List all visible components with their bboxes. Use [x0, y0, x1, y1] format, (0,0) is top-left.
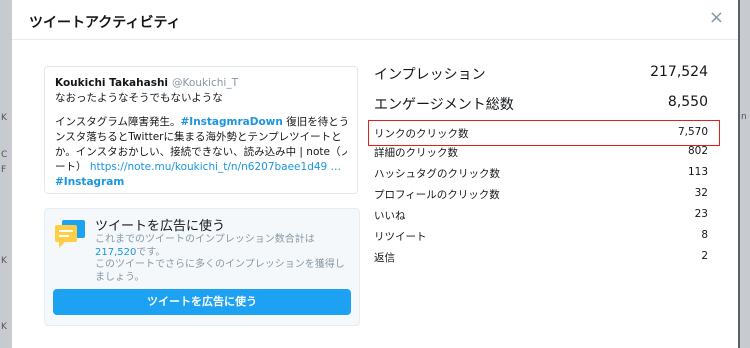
hashtag-link[interactable]: #InstagmraDown — [180, 116, 282, 128]
speech-bubble-icon — [55, 220, 85, 248]
metric-label: エンゲージメント総数 — [374, 97, 514, 113]
promo-title: ツイートを広告に使う — [95, 219, 226, 234]
tweet-author-name[interactable]: Koukichi Takahashi — [55, 77, 168, 89]
promo-desc-text: このツイートでさらに多くのインプレッションを獲得しましょう。 — [95, 259, 345, 283]
metric-label: 返信 — [374, 252, 395, 264]
promo-description: これまでのツイートのインプレッション数合計は 217,520です。 このツイート… — [95, 234, 349, 284]
metric-value: 8 — [701, 229, 708, 241]
tweet-text-line: #Instagram — [55, 175, 347, 190]
metric-value: 7,570 — [677, 126, 708, 138]
metric-row-hashtag-clicks: ハッシュタグのクリック数 113 — [374, 163, 712, 183]
metric-row-retweets: リツイート 8 — [374, 226, 712, 246]
metric-value: 217,524 — [650, 64, 708, 80]
metric-label: いいね — [374, 210, 406, 222]
tweet-author-line: Koukichi Takahashi @Koukichi_T — [55, 76, 347, 91]
backdrop-fragment: n — [741, 112, 747, 122]
promo-desc-text: これまでのツイートのインプレッション数合計は — [95, 234, 315, 245]
tweet-text-line: ート） https://note.mu/koukichi_t/n/n6207ba… — [55, 160, 347, 175]
metric-row-replies: 返信 2 — [374, 247, 712, 267]
metric-row-link-clicks: リンクのクリック数 7,570 — [374, 123, 712, 143]
modal-header: ツイートアクティビティ × — [12, 0, 738, 40]
metric-row-profile-clicks: プロフィールのクリック数 32 — [374, 184, 712, 204]
metric-value: 802 — [687, 145, 708, 157]
metric-row-detail-clicks: 詳細のクリック数 802 — [374, 142, 712, 162]
modal-title: ツイートアクティビティ — [29, 15, 181, 31]
metric-row-likes: いいね 23 — [374, 205, 712, 225]
metric-label: 詳細のクリック数 — [374, 147, 458, 159]
metric-value: 32 — [694, 187, 708, 199]
promote-tweet-button[interactable]: ツイートを広告に使う — [53, 289, 351, 315]
hashtag-link[interactable]: #Instagram — [55, 176, 124, 188]
metric-label: リツイート — [374, 231, 427, 243]
metric-engagements: エンゲージメント総数 8,550 — [374, 90, 712, 114]
tweet-card[interactable]: Koukichi Takahashi @Koukichi_T なおったようなそうで… — [44, 66, 358, 194]
metric-label: リンクのクリック数 — [374, 128, 469, 140]
tweet-text-line: インスタグラム障害発生。#InstagmraDown 復旧を待とう。イ — [55, 115, 347, 130]
close-icon[interactable]: × — [709, 9, 724, 27]
backdrop-fragment: K — [1, 113, 7, 123]
backdrop-fragment: K — [1, 322, 7, 332]
tweet-activity-modal: ツイートアクティビティ × Koukichi Takahashi @Koukich… — [12, 0, 738, 348]
backdrop-left: K C F K K — [0, 0, 12, 348]
backdrop-fragment: K — [1, 256, 7, 266]
tweet-text-line: なおったようなそうでもないような — [55, 92, 223, 104]
tweet-text: インスタグラム障害発生。 — [55, 116, 181, 128]
tweet-text-line: か。インスタおかしい、接続できない、読み込み中 | note（ノ — [55, 146, 347, 158]
metric-value: 2 — [701, 250, 708, 262]
metric-value: 113 — [687, 166, 708, 178]
backdrop-right: n — [740, 0, 750, 348]
metric-label: インプレッション — [374, 67, 486, 83]
metric-label: プロフィールのクリック数 — [374, 189, 500, 201]
tweet-url-link[interactable]: https://note.mu/koukichi_t/n/n6207baee1d… — [90, 161, 341, 173]
backdrop-fragment: C — [1, 150, 8, 160]
metric-impressions: インプレッション 217,524 — [374, 60, 712, 84]
tweet-text: 復旧を待とう。イ — [286, 116, 347, 128]
metric-value: 8,550 — [667, 94, 708, 110]
metric-value: 23 — [694, 208, 708, 220]
promo-desc-text: です。 — [136, 246, 166, 258]
backdrop-fragment: F — [1, 165, 7, 175]
metric-label: ハッシュタグのクリック数 — [374, 168, 500, 180]
tweet-text: ート） — [55, 161, 87, 173]
promo-impressions-total: 217,520 — [95, 246, 137, 258]
tweet-text-line: ンスタ落ちるとTwitterに集まる海外勢とテンプレツイートと — [55, 131, 342, 143]
promote-tweet-panel: ツイートを広告に使う これまでのツイートのインプレッション数合計は 217,52… — [44, 208, 360, 326]
tweet-handle[interactable]: @Koukichi_T — [172, 77, 238, 89]
